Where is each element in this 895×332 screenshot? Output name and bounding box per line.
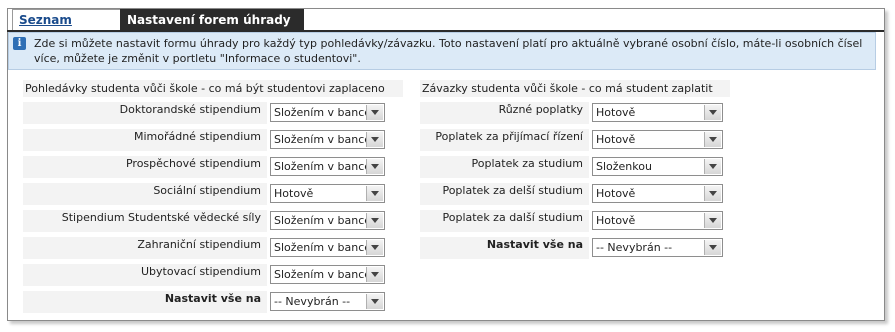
payment-form-select[interactable]: Složením v bance [270,103,385,122]
payment-form-select[interactable]: Složením v bance [270,130,385,149]
chevron-down-icon [366,213,383,228]
set-all-select[interactable]: -- Nevybrán -- [592,238,723,257]
info-text: Zde si můžete nastavit formu úhrady pro … [34,37,863,65]
chevron-down-icon [704,132,721,147]
row-label: Mimořádné stipendium [23,129,267,151]
row-label: Poplatek za přijímací řízení [420,129,589,151]
chevron-down-icon [366,105,383,120]
info-icon: i [13,37,26,50]
payment-form-select[interactable]: Hotově [270,184,385,203]
payment-form-select[interactable]: Složením v bance [270,157,385,176]
set-all-label: Nastavit vše na [23,291,267,313]
payment-form-select[interactable]: Složením v bance [270,238,385,257]
chevron-down-icon [704,186,721,201]
receivables-header: Pohledávky studenta vůči škole - co má b… [23,80,403,97]
tab-nastaveni-forem-uhrady[interactable]: Nastavení forem úhrady [120,9,304,32]
payment-form-select[interactable]: Hotově [592,211,723,230]
row-label: Poplatek za studium [420,156,589,178]
payment-form-select[interactable]: Hotově [592,130,723,149]
row-label: Sociální stipendium [23,183,267,205]
liabilities-header: Závazky studenta vůči škole - co má stud… [420,80,730,97]
chevron-down-icon [366,132,383,147]
tab-seznam-plateb[interactable]: Seznam plateb [12,9,125,48]
row-label: Stipendium Studentské vědecké síly [23,210,267,232]
chevron-down-icon [704,105,721,120]
chevron-down-icon [704,240,721,255]
row-label: Ubytovací stipendium [23,264,267,286]
row-label: Prospěchové stipendium [23,156,267,178]
payment-form-select[interactable]: Složením v bance [270,265,385,284]
set-all-select[interactable]: -- Nevybrán -- [270,292,385,311]
chevron-down-icon [366,159,383,174]
payment-form-select[interactable]: Složenkou [592,157,723,176]
row-label: Poplatek za další studium [420,210,589,232]
chevron-down-icon [366,240,383,255]
chevron-down-icon [704,213,721,228]
chevron-down-icon [366,294,383,309]
row-label: Různé poplatky [420,102,589,124]
payment-form-select[interactable]: Složením v bance [270,211,385,230]
chevron-down-icon [366,186,383,201]
chevron-down-icon [704,159,721,174]
set-all-label: Nastavit vše na [420,237,589,259]
row-label: Zahraniční stipendium [23,237,267,259]
row-label: Doktorandské stipendium [23,102,267,124]
row-label: Poplatek za delší studium [420,183,589,205]
chevron-down-icon [366,267,383,282]
info-box: i Zde si můžete nastavit formu úhrady pr… [8,32,876,70]
payment-form-select[interactable]: Hotově [592,103,723,122]
payment-form-select[interactable]: Hotově [592,184,723,203]
